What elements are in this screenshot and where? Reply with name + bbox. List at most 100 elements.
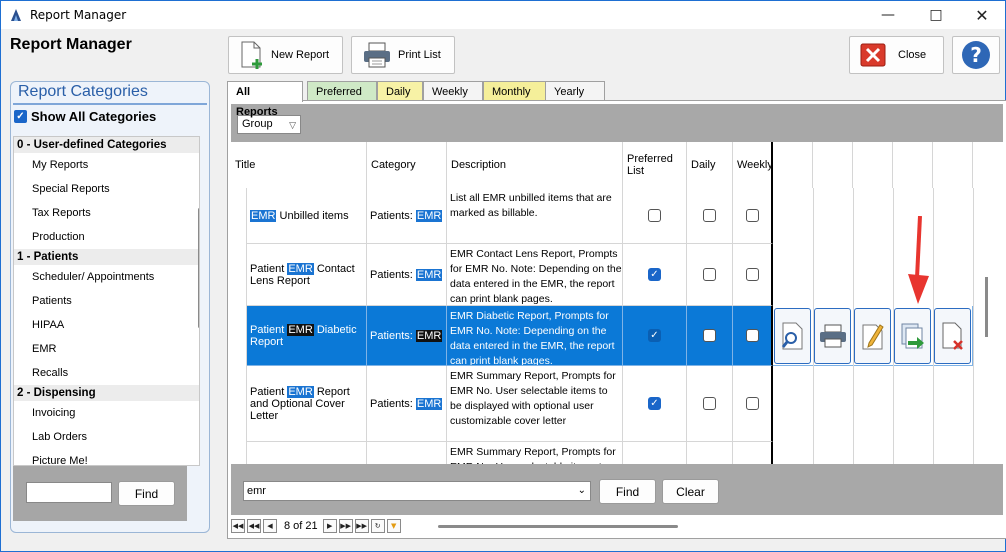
- grid-horizontal-scrollbar[interactable]: [438, 525, 678, 528]
- daily-cell: [687, 306, 733, 366]
- prev-page-fast-icon[interactable]: ◀◀: [247, 519, 261, 533]
- new-report-button[interactable]: New Report: [228, 36, 343, 74]
- column-header-daily[interactable]: Daily: [687, 142, 733, 188]
- category-scrollbar[interactable]: [198, 208, 199, 328]
- refresh-icon[interactable]: ↻: [370, 519, 385, 533]
- print-report-button[interactable]: [814, 308, 851, 364]
- table-row[interactable]: EMR Unbilled items Patients: EMR List al…: [231, 188, 1003, 244]
- category-item[interactable]: Picture Me!: [14, 449, 199, 465]
- svg-text:?: ?: [970, 43, 982, 67]
- column-header-action: [933, 142, 973, 188]
- weekly-cell: [733, 442, 773, 464]
- app-icon: [11, 9, 21, 21]
- delete-document-icon: [942, 322, 963, 350]
- preferred-checkbox[interactable]: ✓: [648, 397, 661, 410]
- grid-vertical-scrollbar[interactable]: [985, 277, 988, 337]
- close-window-button[interactable]: ✕: [959, 1, 1005, 29]
- row-gutter: [231, 188, 247, 244]
- daily-checkbox[interactable]: [703, 397, 716, 410]
- reports-panel: Group ▽ Title Category Description Prefe…: [227, 100, 1006, 539]
- category-item[interactable]: Scheduler/ Appointments: [14, 265, 199, 289]
- category-item[interactable]: Production: [14, 225, 199, 249]
- search-highlight: EMR: [415, 268, 443, 281]
- filter-icon[interactable]: ▼: [386, 519, 401, 533]
- table-row-selected[interactable]: Patient EMR Diabetic Report Patients: EM…: [231, 306, 1003, 366]
- report-search-input[interactable]: emr ⌄: [243, 481, 591, 501]
- export-report-button[interactable]: [894, 308, 931, 364]
- category-item[interactable]: Invoicing: [14, 401, 199, 425]
- preferred-cell: [623, 188, 687, 244]
- daily-checkbox[interactable]: [703, 329, 716, 342]
- title-prefix: Patient: [250, 323, 288, 336]
- table-row[interactable]: EMR Summary Report, Prompts for EMR No. …: [231, 442, 1003, 464]
- column-header-description[interactable]: Description: [447, 142, 623, 188]
- preferred-checkbox[interactable]: ✓: [648, 329, 661, 342]
- column-header-preferred[interactable]: Preferred List: [623, 142, 687, 188]
- minimize-button[interactable]: —: [865, 1, 911, 29]
- maximize-button[interactable]: □: [913, 1, 959, 29]
- prev-page-icon[interactable]: ◀: [263, 519, 277, 533]
- category-group[interactable]: 1 - Patients: [14, 249, 199, 265]
- preview-report-button[interactable]: [774, 308, 811, 364]
- daily-checkbox[interactable]: [703, 268, 716, 281]
- description-cell: EMR Summary Report, Prompts for EMR No. …: [447, 366, 623, 442]
- table-row[interactable]: Patient EMR Contact Lens Report Patients…: [231, 244, 1003, 306]
- category-item[interactable]: Recalls: [14, 361, 199, 385]
- category-item[interactable]: HIPAA: [14, 313, 199, 337]
- clear-button[interactable]: Clear: [662, 479, 719, 504]
- category-item[interactable]: Special Reports: [14, 177, 199, 201]
- report-manager-window: Report Manager — □ ✕ Report Manager New …: [0, 0, 1006, 552]
- weekly-checkbox[interactable]: [745, 209, 759, 222]
- show-all-categories-checkbox[interactable]: ✓ Show All Categories: [14, 109, 156, 124]
- category-find-button[interactable]: Find: [118, 481, 175, 506]
- help-button[interactable]: ?: [952, 36, 1000, 74]
- column-header-title[interactable]: Title: [231, 142, 367, 188]
- daily-cell: [687, 244, 733, 306]
- tab-weekly[interactable]: Weekly: [423, 81, 483, 101]
- column-header-category[interactable]: Category: [367, 142, 447, 188]
- search-value: emr: [247, 485, 266, 497]
- category-search-input[interactable]: [26, 482, 112, 503]
- edit-report-button[interactable]: [854, 308, 891, 364]
- weekly-cell: [733, 366, 773, 442]
- tab-daily[interactable]: Daily: [377, 81, 423, 101]
- weekly-checkbox[interactable]: [745, 397, 759, 410]
- last-page-icon[interactable]: ▶▶: [354, 519, 369, 533]
- next-page-icon[interactable]: ▶: [322, 519, 337, 533]
- title-prefix: Patient: [250, 385, 288, 398]
- description-cell: EMR Summary Report, Prompts for EMR No. …: [447, 442, 623, 464]
- reports-grid: Title Category Description Preferred Lis…: [231, 142, 1003, 464]
- red-arrow-icon: [908, 216, 929, 304]
- title-cell: Patient EMR Contact Lens Report: [247, 244, 367, 306]
- category-item[interactable]: My Reports: [14, 153, 199, 177]
- row-gutter: [231, 244, 247, 306]
- column-header-action: [773, 142, 813, 188]
- chevron-down-icon[interactable]: ⌄: [578, 482, 586, 500]
- column-header-weekly[interactable]: Weekly: [733, 142, 773, 188]
- tab-preferred[interactable]: Preferred: [307, 81, 377, 101]
- delete-report-button[interactable]: [934, 308, 971, 364]
- category-group[interactable]: 2 - Dispensing: [14, 385, 199, 401]
- daily-checkbox[interactable]: [703, 209, 716, 222]
- tab-monthly[interactable]: Monthly: [483, 81, 551, 101]
- weekly-checkbox[interactable]: [745, 268, 759, 281]
- close-button[interactable]: Close: [849, 36, 944, 74]
- tab-all-reports[interactable]: All Reports: [227, 81, 303, 118]
- category-item[interactable]: Lab Orders: [14, 425, 199, 449]
- category-item[interactable]: EMR: [14, 337, 199, 361]
- preferred-checkbox[interactable]: [648, 209, 661, 222]
- category-item[interactable]: Tax Reports: [14, 201, 199, 225]
- table-row[interactable]: Patient EMR Report and Optional Cover Le…: [231, 366, 1003, 442]
- category-item[interactable]: Patients: [14, 289, 199, 313]
- preferred-checkbox[interactable]: ✓: [648, 268, 661, 281]
- tab-yearly[interactable]: Yearly: [545, 81, 605, 101]
- find-button[interactable]: Find: [599, 479, 656, 504]
- title-bar: Report Manager — □ ✕: [1, 1, 1005, 29]
- category-group[interactable]: 0 - User-defined Categories: [14, 137, 199, 153]
- row-gutter: [231, 306, 247, 366]
- first-page-icon[interactable]: ◀◀: [231, 519, 245, 533]
- category-cell: Patients: EMR: [367, 366, 447, 442]
- weekly-checkbox[interactable]: [745, 329, 759, 342]
- next-page-fast-icon[interactable]: ▶▶: [338, 519, 353, 533]
- print-list-button[interactable]: Print List: [351, 36, 455, 74]
